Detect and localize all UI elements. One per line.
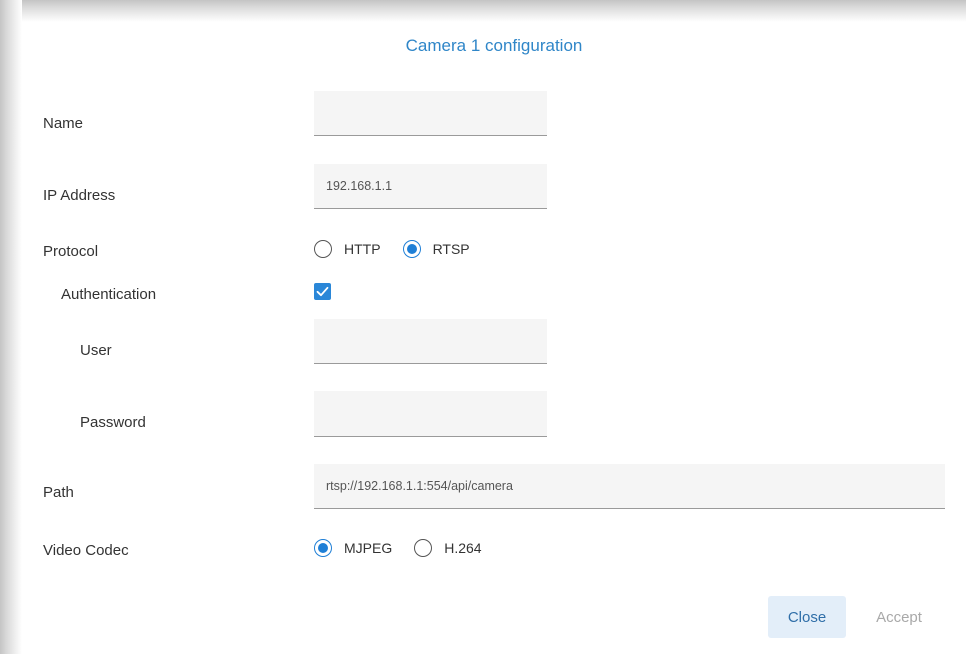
camera-config-dialog: Camera 1 configuration Name IP Address 1… [22, 22, 966, 654]
authentication-label: Authentication [61, 286, 157, 303]
video-codec-radio-group: MJPEG H.264 [314, 539, 504, 557]
codec-mjpeg-radio[interactable]: MJPEG [314, 539, 392, 557]
window-shadow-left [0, 0, 22, 654]
codec-h264-label: H.264 [444, 540, 482, 556]
radio-checked-icon [402, 240, 421, 258]
protocol-rtsp-label: RTSP [432, 241, 470, 257]
protocol-http-label: HTTP [344, 241, 381, 257]
authentication-checkbox[interactable] [314, 283, 331, 300]
radio-checked-icon [314, 539, 332, 557]
path-input[interactable]: rtsp://192.168.1.1:554/api/camera [314, 464, 945, 509]
protocol-rtsp-radio[interactable]: RTSP [402, 240, 470, 258]
ip-address-value: 192.168.1.1 [326, 179, 393, 193]
ip-address-input[interactable]: 192.168.1.1 [314, 164, 547, 209]
codec-mjpeg-label: MJPEG [344, 540, 393, 556]
close-button[interactable]: Close [768, 596, 846, 638]
ip-address-label: IP Address [43, 187, 116, 204]
protocol-radio-group: HTTP RTSP [314, 240, 492, 258]
user-label: User [80, 342, 112, 359]
user-input[interactable] [314, 319, 547, 364]
name-label: Name [43, 115, 84, 132]
checkmark-icon [316, 286, 329, 297]
name-input[interactable] [314, 91, 547, 136]
protocol-http-radio[interactable]: HTTP [314, 240, 381, 258]
path-label: Path [43, 484, 74, 501]
protocol-label: Protocol [43, 243, 99, 260]
dialog-title: Camera 1 configuration [405, 36, 583, 55]
codec-h264-radio[interactable]: H.264 [414, 539, 482, 557]
radio-unchecked-icon [414, 539, 433, 557]
accept-button[interactable]: Accept [860, 596, 938, 638]
password-label: Password [80, 414, 146, 431]
video-codec-label: Video Codec [43, 542, 129, 559]
password-input[interactable] [314, 391, 547, 437]
path-input-value: rtsp://192.168.1.1:554/api/camera [326, 479, 513, 493]
window-shadow-top [0, 0, 966, 22]
radio-unchecked-icon [314, 240, 332, 258]
